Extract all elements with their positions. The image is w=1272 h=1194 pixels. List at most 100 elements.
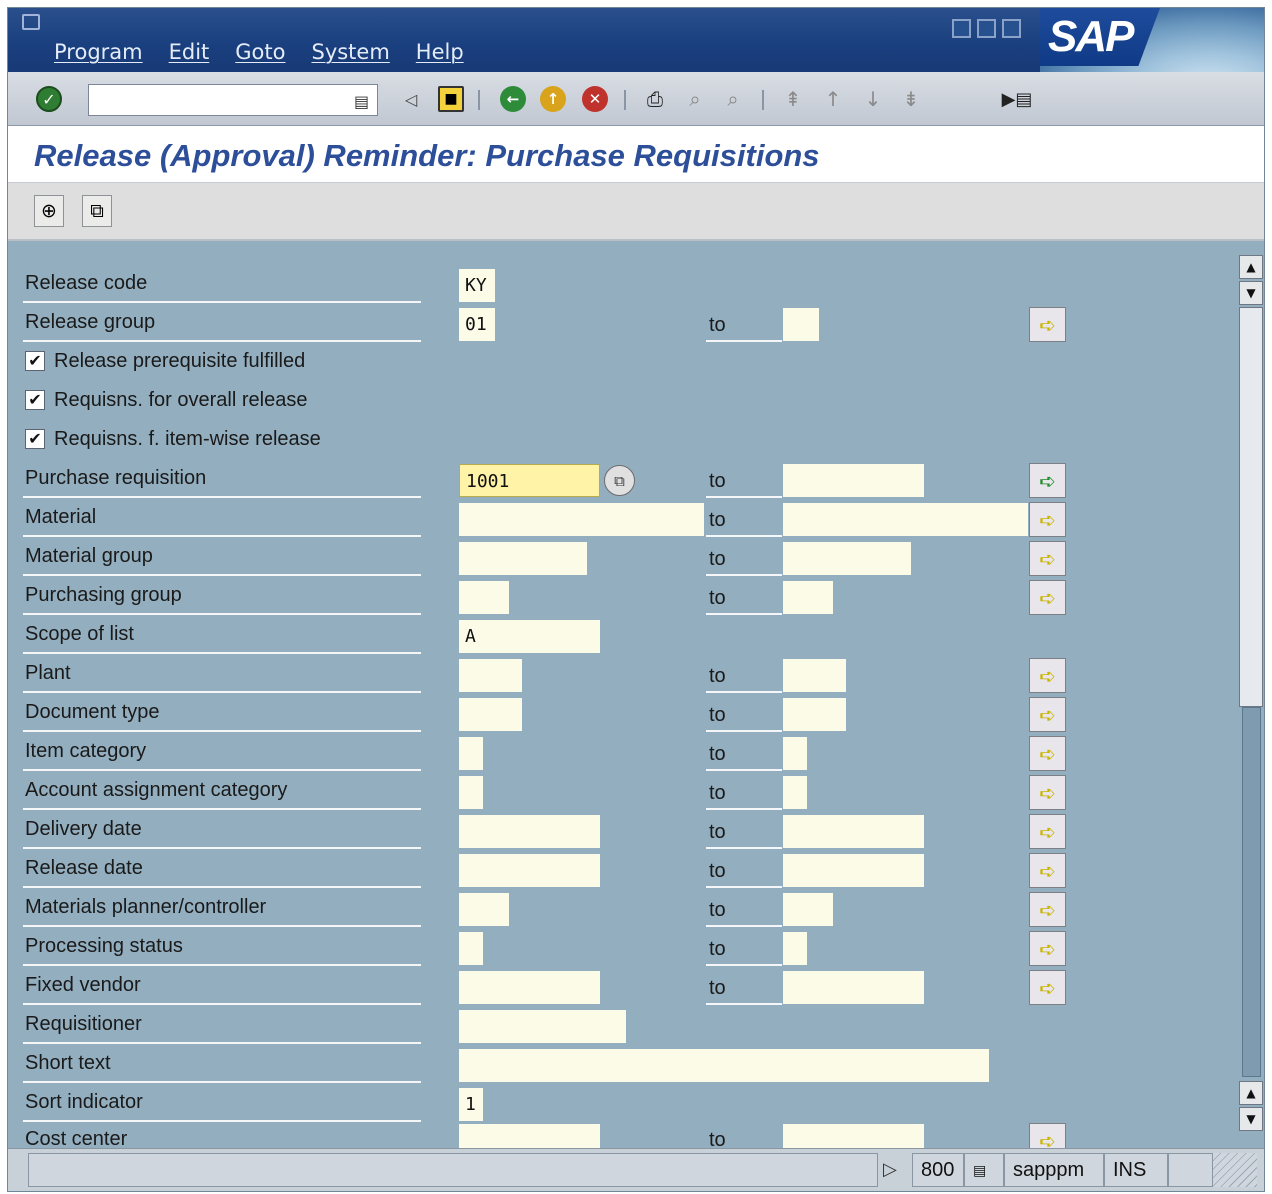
print-icon[interactable]: ⎙ (642, 86, 668, 112)
menu-program[interactable]: Program (54, 40, 143, 64)
multiple-selection-button[interactable]: ➪ (1029, 580, 1066, 615)
multiple-selection-button[interactable]: ➪ (1029, 502, 1066, 537)
purchase-requisition-from-input[interactable]: 1001 (459, 464, 600, 497)
multiple-selection-button[interactable]: ➪ (1029, 541, 1066, 576)
menu-goto[interactable]: Goto (235, 40, 285, 64)
sap-window: Program Edit Goto System Help SAP ✓ ▤ ◁ … (7, 7, 1265, 1192)
to-label: to (709, 821, 726, 843)
multiple-selection-button[interactable]: ➪ (1029, 931, 1066, 966)
menu-bar: Program Edit Goto System Help (54, 40, 464, 64)
fixed-vendor-to-input[interactable] (783, 971, 924, 1004)
resize-grip-icon[interactable] (1213, 1153, 1257, 1187)
minimize-icon[interactable] (952, 19, 971, 38)
processing-status-from-input[interactable] (459, 932, 483, 965)
sap-logo-text: SAP (1048, 12, 1134, 61)
purchasing-group-from-input[interactable] (459, 581, 509, 614)
execute-icon[interactable]: ⊕ (34, 195, 64, 227)
multiple-selection-button[interactable]: ➪ (1029, 814, 1066, 849)
scroll-down-icon[interactable]: ▼ (1239, 281, 1263, 305)
get-variant-icon[interactable]: ⧉ (82, 195, 112, 227)
multiple-selection-button[interactable]: ➪ (1029, 658, 1066, 693)
find-icon: ⌕ (689, 87, 701, 111)
command-history-icon[interactable]: ▤ (354, 92, 369, 111)
multiple-selection-button[interactable]: ➪ (1029, 463, 1066, 498)
cost-center-to-input[interactable] (783, 1124, 924, 1148)
label-underline (23, 1042, 421, 1044)
purchasing-group-to-input[interactable] (783, 581, 833, 614)
to-underline (706, 808, 782, 810)
scroll-up-icon[interactable]: ▲ (1239, 1081, 1263, 1105)
to-underline (706, 925, 782, 927)
possible-entries-icon[interactable]: ⧉ (604, 465, 635, 496)
release-code-input[interactable]: KY (459, 269, 495, 302)
sort-indicator-input[interactable]: 1 (459, 1088, 483, 1121)
short-text-input[interactable] (459, 1049, 989, 1082)
item-category-from-input[interactable] (459, 737, 483, 770)
vertical-scrollbar[interactable]: ▲ ▼ ▲ ▼ (1238, 243, 1264, 1148)
materials-planner-to-input[interactable] (783, 893, 833, 926)
title-bar: Program Edit Goto System Help SAP (8, 8, 1264, 126)
row-itemwise-release: ✔ Requisns. f. item-wise release (8, 423, 1238, 462)
requisitioner-input[interactable] (459, 1010, 626, 1043)
cancel-icon[interactable]: ✕ (582, 86, 608, 112)
item-category-to-input[interactable] (783, 737, 807, 770)
collapse-command-icon[interactable]: ◁ (398, 86, 424, 112)
delivery-date-to-input[interactable] (783, 815, 924, 848)
account-assignment-to-input[interactable] (783, 776, 807, 809)
exit-icon[interactable]: ↑ (540, 86, 566, 112)
plant-from-input[interactable] (459, 659, 522, 692)
menu-edit[interactable]: Edit (169, 40, 210, 64)
toolbar-separator (762, 90, 764, 110)
menu-system[interactable]: System (311, 40, 389, 64)
multiple-selection-button[interactable]: ➪ (1029, 1123, 1066, 1148)
release-date-to-input[interactable] (783, 854, 924, 887)
multiple-selection-button[interactable]: ➪ (1029, 775, 1066, 810)
material-to-input[interactable] (783, 503, 1028, 536)
release-date-from-input[interactable] (459, 854, 600, 887)
account-assignment-from-input[interactable] (459, 776, 483, 809)
document-type-from-input[interactable] (459, 698, 522, 731)
maximize-icon[interactable] (977, 19, 996, 38)
processing-status-to-input[interactable] (783, 932, 807, 965)
row-document-type: Document type to ➪ (8, 696, 1238, 735)
cost-center-from-input[interactable] (459, 1124, 600, 1148)
customize-layout-icon[interactable]: ▶▤ (1002, 86, 1033, 112)
itemwise-release-checkbox[interactable]: ✔ (25, 429, 45, 449)
scroll-down-icon[interactable]: ▼ (1239, 1107, 1263, 1131)
multiple-selection-button[interactable]: ➪ (1029, 892, 1066, 927)
purchase-requisition-to-input[interactable] (783, 464, 924, 497)
materials-planner-from-input[interactable] (459, 893, 509, 926)
back-icon[interactable]: ← (500, 86, 526, 112)
multiple-selection-button[interactable]: ➪ (1029, 970, 1066, 1005)
scrollbar-thumb[interactable] (1239, 307, 1263, 707)
multiple-selection-button[interactable]: ➪ (1029, 307, 1066, 342)
release-prereq-checkbox[interactable]: ✔ (25, 351, 45, 371)
scrollbar-track[interactable] (1242, 707, 1261, 1077)
multiple-selection-button[interactable]: ➪ (1029, 736, 1066, 771)
material-group-from-input[interactable] (459, 542, 587, 575)
release-group-from-input[interactable]: 01 (459, 308, 495, 341)
menu-help[interactable]: Help (416, 40, 464, 64)
material-group-to-input[interactable] (783, 542, 911, 575)
save-icon[interactable]: ■ (438, 86, 464, 112)
overall-release-checkbox[interactable]: ✔ (25, 390, 45, 410)
multiple-selection-button[interactable]: ➪ (1029, 697, 1066, 732)
scope-of-list-input[interactable]: A (459, 620, 600, 653)
enter-icon[interactable]: ✓ (36, 86, 62, 112)
status-expand-icon[interactable]: ▷ (883, 1159, 897, 1180)
system-info-icon[interactable]: ▤ (964, 1153, 1004, 1187)
label-underline (23, 535, 421, 537)
scroll-up-icon[interactable]: ▲ (1239, 255, 1263, 279)
release-group-to-input[interactable] (783, 308, 819, 341)
plant-to-input[interactable] (783, 659, 846, 692)
document-type-to-input[interactable] (783, 698, 846, 731)
close-icon[interactable] (1002, 19, 1021, 38)
material-from-input[interactable] (459, 503, 704, 536)
multiple-selection-button[interactable]: ➪ (1029, 853, 1066, 888)
command-field[interactable] (88, 84, 378, 116)
fixed-vendor-from-input[interactable] (459, 971, 600, 1004)
system-menu-icon[interactable] (22, 14, 40, 30)
label-underline (23, 340, 421, 342)
label-cost-center: Cost center (25, 1128, 128, 1148)
delivery-date-from-input[interactable] (459, 815, 600, 848)
